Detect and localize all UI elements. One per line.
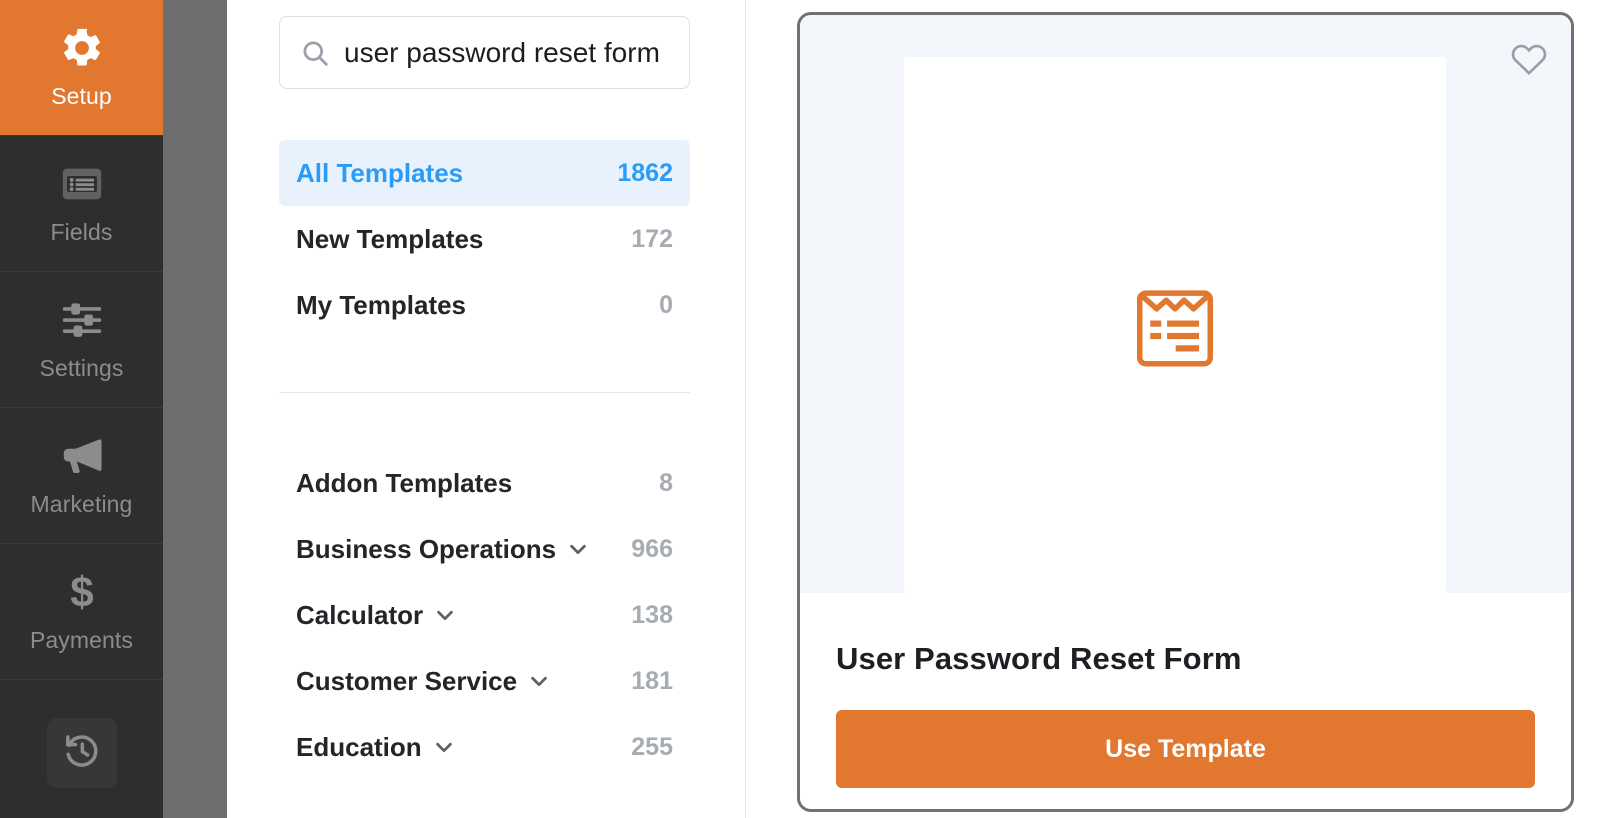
sidebar-item-label: Payments bbox=[29, 627, 134, 653]
filter-label: All Templates bbox=[296, 157, 464, 188]
category-calculator[interactable]: Calculator 138 bbox=[279, 582, 690, 648]
panel-divider bbox=[279, 392, 690, 393]
sidebar-item-setup[interactable]: Setup bbox=[0, 0, 163, 136]
category-list: Addon Templates 8 Business Operations 96… bbox=[279, 450, 690, 780]
filter-label: My Templates bbox=[296, 289, 467, 320]
category-label: Business Operations bbox=[296, 533, 557, 564]
svg-text:$: $ bbox=[70, 569, 93, 615]
category-count: 8 bbox=[659, 468, 673, 497]
filter-count: 0 bbox=[659, 290, 673, 319]
list-icon bbox=[59, 161, 105, 207]
chevron-down-icon[interactable] bbox=[567, 538, 589, 560]
heart-icon bbox=[1509, 39, 1549, 77]
modal-scrim bbox=[163, 0, 227, 818]
chevron-down-icon[interactable] bbox=[434, 604, 456, 626]
template-title: User Password Reset Form bbox=[836, 641, 1242, 676]
megaphone-icon bbox=[59, 433, 105, 479]
sidebar-item-settings[interactable]: Settings bbox=[0, 272, 163, 408]
filter-my-templates[interactable]: My Templates 0 bbox=[279, 272, 690, 338]
search-icon bbox=[300, 38, 330, 68]
search-box[interactable] bbox=[279, 16, 690, 89]
category-customer-service[interactable]: Customer Service 181 bbox=[279, 648, 690, 714]
template-card-body: User Password Reset Form Use Template bbox=[800, 593, 1571, 809]
category-count: 138 bbox=[631, 600, 673, 629]
sliders-icon bbox=[59, 297, 105, 343]
chevron-down-icon[interactable] bbox=[528, 670, 550, 692]
template-picker-screen: Setup Fields Settings Marketing $ Paymen… bbox=[0, 0, 1600, 818]
sidebar-item-label: Setup bbox=[51, 83, 112, 109]
category-count: 255 bbox=[631, 732, 673, 761]
sidebar-item-payments[interactable]: $ Payments bbox=[0, 544, 163, 680]
category-label: Education bbox=[296, 731, 422, 762]
favorite-button[interactable] bbox=[1509, 39, 1549, 77]
category-addon-templates[interactable]: Addon Templates 8 bbox=[279, 450, 690, 516]
use-template-button[interactable]: Use Template bbox=[836, 710, 1535, 788]
left-sidebar: Setup Fields Settings Marketing $ Paymen… bbox=[0, 0, 163, 818]
template-preview bbox=[800, 15, 1571, 593]
category-count: 181 bbox=[631, 666, 673, 695]
template-preview-sheet bbox=[904, 57, 1446, 593]
gear-icon bbox=[59, 25, 105, 71]
filter-count: 172 bbox=[631, 224, 673, 253]
sidebar-item-fields[interactable]: Fields bbox=[0, 136, 163, 272]
sidebar-item-label: Fields bbox=[50, 219, 113, 245]
templates-panel: All Templates 1862 New Templates 172 My … bbox=[227, 0, 746, 818]
filter-all-templates[interactable]: All Templates 1862 bbox=[279, 140, 690, 206]
sidebar-item-label: Settings bbox=[39, 355, 124, 381]
sidebar-footer bbox=[0, 680, 163, 818]
chevron-down-icon[interactable] bbox=[433, 736, 455, 758]
filter-count: 1862 bbox=[617, 158, 673, 187]
template-grid: User Password Reset Form Use Template bbox=[747, 0, 1600, 818]
template-filter-list: All Templates 1862 New Templates 172 My … bbox=[279, 140, 690, 338]
search-input[interactable] bbox=[344, 36, 669, 69]
template-card[interactable]: User Password Reset Form Use Template bbox=[797, 12, 1574, 812]
filter-label: New Templates bbox=[296, 223, 484, 254]
form-document-icon bbox=[1136, 282, 1214, 368]
dollar-icon: $ bbox=[59, 569, 105, 615]
revision-history-button[interactable] bbox=[46, 718, 117, 788]
category-label: Customer Service bbox=[296, 665, 518, 696]
category-business-operations[interactable]: Business Operations 966 bbox=[279, 516, 690, 582]
sidebar-item-marketing[interactable]: Marketing bbox=[0, 408, 163, 544]
revision-history-icon bbox=[62, 731, 102, 776]
category-count: 966 bbox=[631, 534, 673, 563]
sidebar-item-label: Marketing bbox=[30, 491, 133, 517]
filter-new-templates[interactable]: New Templates 172 bbox=[279, 206, 690, 272]
category-label: Addon Templates bbox=[296, 467, 513, 498]
category-label: Calculator bbox=[296, 599, 424, 630]
category-education[interactable]: Education 255 bbox=[279, 714, 690, 780]
